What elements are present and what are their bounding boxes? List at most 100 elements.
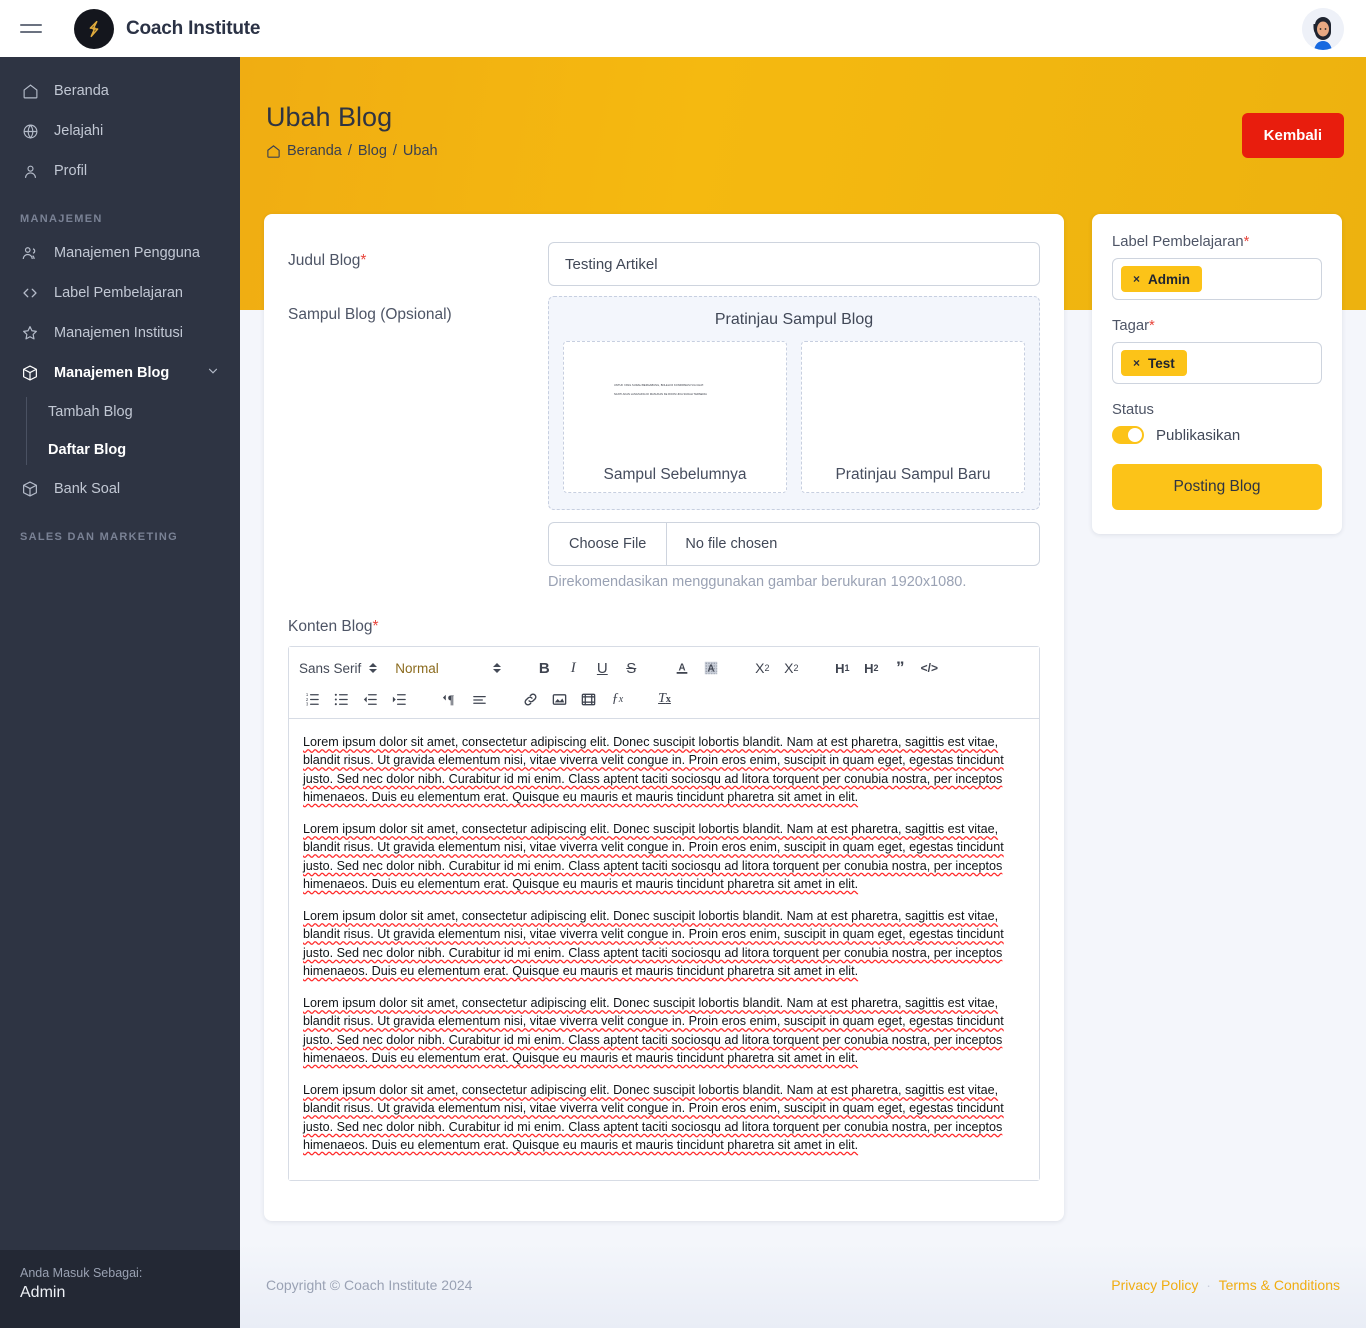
file-hint-text: Direkomendasikan menggunakan gambar beru… xyxy=(548,574,967,590)
sidebar-item-tambah-blog[interactable]: Tambah Blog xyxy=(26,393,240,431)
label-pembelajaran-field[interactable]: × Admin xyxy=(1112,258,1322,300)
star-icon xyxy=(20,323,40,343)
sidebar-item-daftar-blog[interactable]: Daftar Blog xyxy=(26,431,240,469)
heading-2-icon[interactable]: H2 xyxy=(858,656,885,680)
formula-icon[interactable]: ƒx xyxy=(604,687,631,711)
font-size-value: Normal xyxy=(395,660,439,676)
font-size-select[interactable]: Normal xyxy=(395,661,501,676)
chevron-updown-icon xyxy=(492,663,501,673)
sidebar-item-manajemen-pengguna[interactable]: Manajemen Pengguna xyxy=(0,233,240,273)
indent-icon[interactable] xyxy=(386,687,413,711)
editor-paragraph: Lorem ipsum dolor sit amet, consectetur … xyxy=(303,1083,1004,1152)
subscript-icon[interactable]: X2 xyxy=(749,656,776,680)
required-mark: * xyxy=(1149,318,1155,334)
italic-icon[interactable]: I xyxy=(560,656,587,680)
chip-label: Test xyxy=(1148,355,1175,371)
back-button[interactable]: Kembali xyxy=(1241,113,1344,158)
sidebar-item-manajemen-institusi[interactable]: Manajemen Institusi xyxy=(0,313,240,353)
sidebar-user-caption: Anda Masuk Sebagai: xyxy=(20,1266,143,1280)
text-color-icon[interactable]: A xyxy=(669,656,696,680)
privacy-policy-link[interactable]: Privacy Policy xyxy=(1111,1277,1198,1293)
breadcrumb-item-beranda[interactable]: Beranda xyxy=(287,143,342,159)
judul-blog-label-text: Judul Blog xyxy=(288,252,361,269)
tagar-field[interactable]: × Test xyxy=(1112,342,1322,384)
copyright-text: Copyright © Coach Institute 2024 xyxy=(266,1277,473,1293)
cover-preview-new: Pratinjau Sampul Baru xyxy=(801,341,1025,493)
label-pembelajaran-text: Label Pembelajaran xyxy=(1112,234,1244,250)
close-icon[interactable]: × xyxy=(1133,356,1140,370)
code-block-icon[interactable]: </> xyxy=(916,656,943,680)
sidebar-item-bank-soal[interactable]: Bank Soal xyxy=(0,469,240,509)
sidebar: Beranda Jelajahi Profil MANAJEMEN Manaje… xyxy=(0,57,240,1328)
hamburger-icon[interactable] xyxy=(20,17,44,41)
sidebar-item-beranda[interactable]: Beranda xyxy=(0,71,240,111)
konten-blog-label-text: Konten Blog xyxy=(288,618,373,635)
posting-blog-button[interactable]: Posting Blog xyxy=(1112,464,1322,510)
breadcrumb-separator: / xyxy=(392,143,397,159)
clear-format-icon[interactable]: Tx xyxy=(651,687,678,711)
image-icon[interactable] xyxy=(546,687,573,711)
toggle-knob xyxy=(1128,428,1142,442)
terms-link[interactable]: Terms & Conditions xyxy=(1219,1277,1340,1293)
choose-file-button[interactable]: Choose File xyxy=(549,523,668,565)
chip-label: Admin xyxy=(1148,271,1191,287)
page-footer: Copyright © Coach Institute 2024 Privacy… xyxy=(240,1242,1366,1328)
align-icon[interactable] xyxy=(466,687,493,711)
cover-preview-old-caption: Sampul Sebelumnya xyxy=(603,466,747,483)
sidebar-item-jelajahi[interactable]: Jelajahi xyxy=(0,111,240,151)
editor-toolbar: Sans Serif Normal B I U S A A X 2 X 2 H … xyxy=(289,647,1039,719)
publikasikan-toggle[interactable] xyxy=(1112,426,1144,444)
editor-paragraph: Lorem ipsum dolor sit amet, consectetur … xyxy=(303,996,1004,1065)
judul-blog-input[interactable] xyxy=(548,242,1040,286)
sidebar-subitem-label: Tambah Blog xyxy=(48,404,133,420)
file-upload-row: Choose File No file chosen xyxy=(548,522,1040,566)
font-family-select[interactable]: Sans Serif xyxy=(299,661,378,676)
video-icon[interactable] xyxy=(575,687,602,711)
tagar-chip-test[interactable]: × Test xyxy=(1121,350,1187,376)
sidebar-item-manajemen-blog[interactable]: Manajemen Blog xyxy=(0,353,240,393)
bullet-list-icon[interactable] xyxy=(328,687,355,711)
editor-content[interactable]: Lorem ipsum dolor sit amet, consectetur … xyxy=(289,719,1039,1180)
blog-form-card: Judul Blog* Sampul Blog (Opsional) Prati… xyxy=(264,214,1064,1221)
label-chip-admin[interactable]: × Admin xyxy=(1121,266,1203,292)
heading-1-icon[interactable]: H1 xyxy=(829,656,856,680)
konten-blog-label: Konten Blog* xyxy=(288,618,1040,636)
box-icon xyxy=(20,479,40,499)
tagar-label-text: Tagar xyxy=(1112,318,1150,334)
blockquote-icon[interactable]: ” xyxy=(887,656,914,680)
svg-text:A: A xyxy=(708,664,715,675)
breadcrumb-item-blog[interactable]: Blog xyxy=(358,143,387,159)
sidebar-item-label: Jelajahi xyxy=(54,123,104,139)
label-pembelajaran-label: Label Pembelajaran* xyxy=(1112,234,1322,250)
chevron-down-icon xyxy=(206,364,220,382)
superscript-icon[interactable]: X2 xyxy=(778,656,805,680)
sidebar-item-label-pembelajaran[interactable]: Label Pembelajaran xyxy=(0,273,240,313)
tagar-label: Tagar* xyxy=(1112,318,1322,334)
link-icon[interactable] xyxy=(517,687,544,711)
strikethrough-icon[interactable]: S xyxy=(618,656,645,680)
svg-text:3: 3 xyxy=(306,701,309,706)
sidebar-subitem-label: Daftar Blog xyxy=(48,442,127,458)
avatar[interactable] xyxy=(1302,8,1344,50)
text-direction-icon[interactable]: ¶ xyxy=(437,687,464,711)
cover-preview-old: UNTUK YANG SUDAH BERGABUNG, BOLEH DI KON… xyxy=(563,341,787,493)
sidebar-section-manajemen: MANAJEMEN xyxy=(20,213,103,225)
ordered-list-icon[interactable]: 1 2 3 xyxy=(299,687,326,711)
brand[interactable]: Coach Institute xyxy=(74,8,260,49)
status-label: Status xyxy=(1112,402,1154,418)
footer-separator: · xyxy=(1206,1277,1211,1293)
status-toggle-row: Publikasikan xyxy=(1112,426,1322,444)
page-title: Ubah Blog xyxy=(266,102,393,132)
cover-art-line-2: NANTI AKAN LANGSUNG DI MASUKAN KE ROOM J… xyxy=(614,392,707,396)
brand-logo-icon xyxy=(74,8,114,49)
editor-paragraph: Lorem ipsum dolor sit amet, consectetur … xyxy=(303,909,1004,978)
file-input[interactable]: Choose File No file chosen xyxy=(548,522,1040,566)
close-icon[interactable]: × xyxy=(1133,272,1140,286)
sidebar-item-label: Bank Soal xyxy=(54,481,121,497)
highlight-color-icon[interactable]: A xyxy=(698,656,725,680)
sidebar-item-profil[interactable]: Profil xyxy=(0,151,240,191)
user-icon xyxy=(20,161,40,181)
bold-icon[interactable]: B xyxy=(531,656,558,680)
underline-icon[interactable]: U xyxy=(589,656,616,680)
outdent-icon[interactable] xyxy=(357,687,384,711)
